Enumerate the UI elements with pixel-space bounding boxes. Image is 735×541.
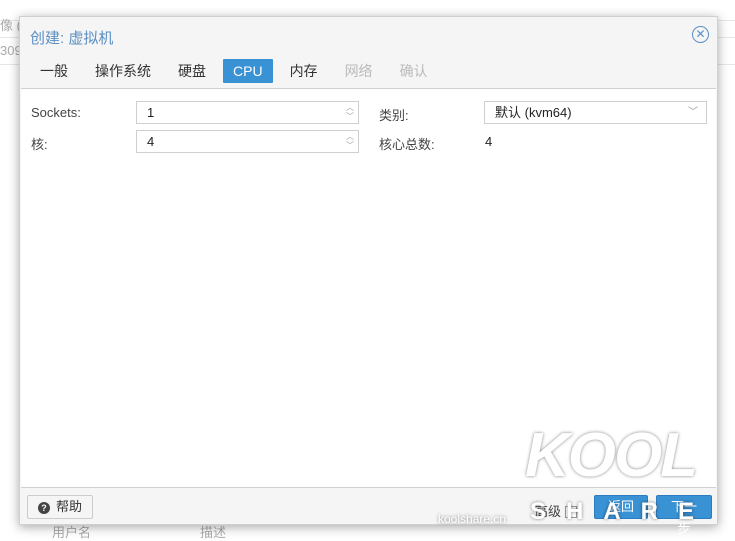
watermark-site: koolshare.cn xyxy=(438,512,507,526)
close-icon[interactable]: ✕ xyxy=(692,26,709,43)
cores-stepper[interactable]: 4 ︿ ﹀ xyxy=(136,130,359,153)
total-cores-label: 核心总数: xyxy=(379,137,435,152)
tab-cpu[interactable]: CPU xyxy=(223,59,273,83)
tab-confirm: 确认 xyxy=(399,63,428,79)
tab-os[interactable]: 操作系统 xyxy=(85,59,161,83)
sockets-stepper[interactable]: 1 ︿ ﹀ xyxy=(136,101,359,124)
spinner-icon[interactable]: ︿ ﹀ xyxy=(346,103,354,121)
wizard-tabs: 一般 操作系统 硬盘 CPU 内存 网络 确认 xyxy=(30,59,445,83)
cpu-type-value: 默认 (kvm64) xyxy=(495,105,572,120)
help-icon: ? xyxy=(38,502,50,514)
tab-disk[interactable]: 硬盘 xyxy=(168,59,216,83)
chevron-down-icon: ﹀ xyxy=(688,107,698,118)
watermark-logo: KOOL xyxy=(525,421,698,490)
tab-memory[interactable]: 内存 xyxy=(280,59,328,83)
cores-label: 核: xyxy=(31,137,48,152)
sockets-label: Sockets: xyxy=(31,105,81,120)
dialog-title: 创建: 虚拟机 xyxy=(30,30,114,47)
cpu-type-select[interactable]: 默认 (kvm64) ﹀ xyxy=(484,101,707,124)
sockets-value: 1 xyxy=(147,105,155,120)
total-cores-value: 4 xyxy=(485,134,493,149)
help-button[interactable]: ? 帮助 xyxy=(27,495,94,519)
background-text: 像 ( xyxy=(0,18,21,33)
spinner-icon[interactable]: ︿ ﹀ xyxy=(346,132,354,150)
cores-value: 4 xyxy=(147,134,155,149)
watermark-logo-share: SHARE xyxy=(530,498,715,525)
type-label: 类别: xyxy=(379,108,409,123)
tab-network: 网络 xyxy=(344,63,373,79)
tab-general[interactable]: 一般 xyxy=(30,59,78,83)
help-label: 帮助 xyxy=(56,499,83,514)
